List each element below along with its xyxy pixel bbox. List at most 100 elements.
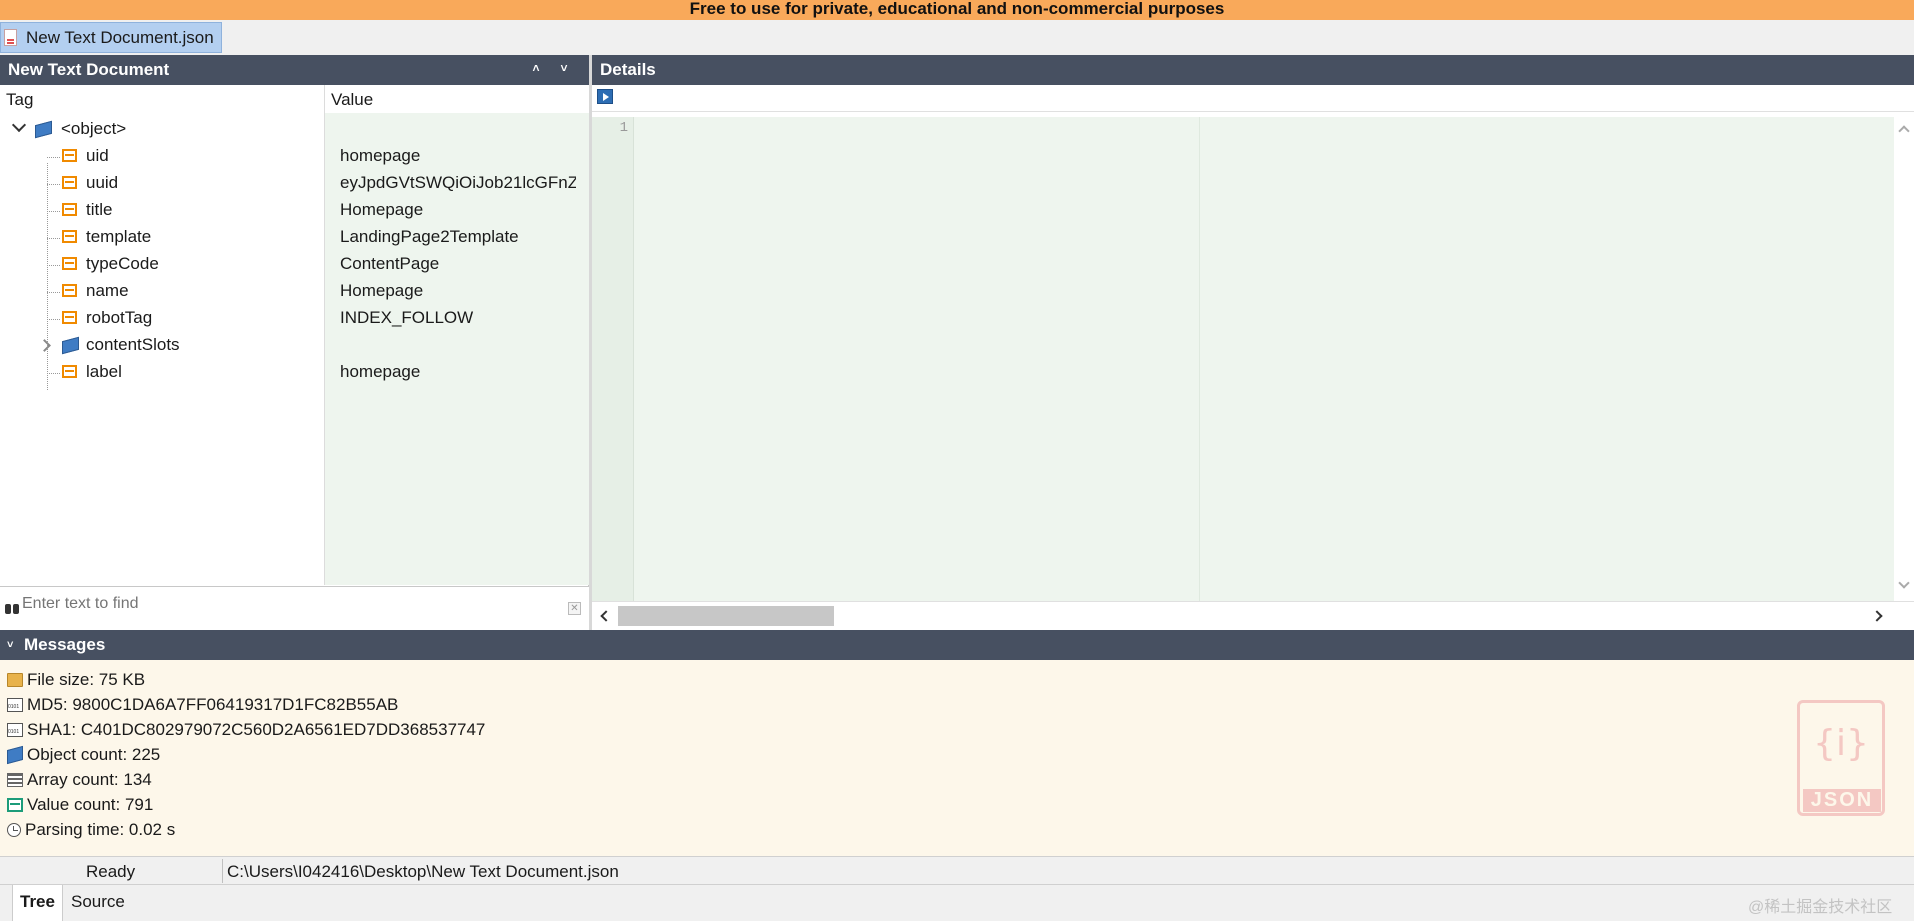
details-panel-header: Details <box>592 55 1914 85</box>
expand-all-icon[interactable]: ˅ <box>554 55 574 85</box>
tree-row[interactable]: template LandingPage2Template <box>0 224 589 251</box>
tree-row-value: Homepage <box>340 200 424 219</box>
status-state: Ready <box>86 862 136 881</box>
md5-hash-icon <box>7 698 23 712</box>
tree-row-value: homepage <box>340 146 421 165</box>
scroll-right-icon[interactable] <box>1871 610 1883 622</box>
find-bar: ✕ <box>0 586 589 630</box>
tree-row[interactable]: typeCode ContentPage <box>0 251 589 278</box>
line-number-gutter: 1 <box>592 117 634 601</box>
json-file-icon <box>4 29 17 46</box>
print-margin-line <box>1199 117 1200 601</box>
status-separator <box>222 859 223 883</box>
vertical-scrollbar[interactable] <box>1894 117 1914 601</box>
message-text: Object count: 225 <box>27 745 161 764</box>
value-icon <box>62 230 77 243</box>
tree-row[interactable]: uuid eyJpdGVtSWQiOiJob21lcGFnZ... <box>0 170 589 197</box>
document-tab[interactable]: New Text Document.json <box>0 22 222 53</box>
tree-row-value: INDEX_FOLLOW <box>340 308 474 327</box>
details-toolbar <box>592 85 1914 112</box>
column-header-value[interactable]: Value <box>331 90 373 110</box>
status-bar: Ready C:\Users\I042416\Desktop\New Text … <box>0 856 1914 884</box>
horizontal-scrollbar[interactable] <box>592 601 1914 630</box>
message-item: Array count: 134 <box>7 768 152 792</box>
details-editor[interactable]: 1 <box>592 117 1894 601</box>
object-icon <box>62 336 79 355</box>
message-item: File size: 75 KB <box>7 668 145 692</box>
tree-row-tag: label <box>86 362 122 381</box>
message-text: Value count: 791 <box>27 795 154 814</box>
details-panel-title: Details <box>600 60 656 79</box>
tree-row-tag: uid <box>86 146 109 165</box>
messages-header: ˅ Messages <box>0 630 1914 660</box>
binoculars-icon <box>5 601 19 614</box>
folder-icon <box>7 673 23 687</box>
collapse-all-icon[interactable]: ˄ <box>526 55 546 85</box>
message-text: SHA1: C401DC802979072C560D2A6561ED7DD368… <box>27 720 486 739</box>
message-item: MD5: 9800C1DA6A7FF06419317D1FC82B55AB <box>7 693 398 717</box>
value-icon <box>62 149 77 162</box>
tab-tree[interactable]: Tree <box>12 885 63 921</box>
scroll-up-icon[interactable] <box>1898 125 1910 137</box>
tree-row-tag: name <box>86 281 129 300</box>
license-banner: Free to use for private, educational and… <box>0 0 1914 20</box>
message-item: Object count: 225 <box>7 743 160 767</box>
tree-row-tag: title <box>86 200 113 219</box>
chevron-right-icon[interactable] <box>38 339 51 352</box>
tree-row-tag: typeCode <box>86 254 159 273</box>
json-logo-braces: {i} <box>1813 723 1869 764</box>
tree-row[interactable]: title Homepage <box>0 197 589 224</box>
status-file-path: C:\Users\I042416\Desktop\New Text Docume… <box>227 862 619 881</box>
scroll-down-icon[interactable] <box>1898 577 1910 589</box>
tree-panel: New Text Document ˄ ˅ Tag Value <object>… <box>0 55 589 630</box>
object-icon <box>35 120 52 139</box>
tree-panel-header: New Text Document ˄ ˅ <box>0 55 589 85</box>
scroll-left-icon[interactable] <box>600 610 612 622</box>
tree-root-row[interactable]: <object> <box>0 116 589 143</box>
tree-row-value: LandingPage2Template <box>340 227 519 246</box>
column-header-tag[interactable]: Tag <box>6 90 33 110</box>
tree-row-value: eyJpdGVtSWQiOiJob21lcGFnZ... <box>340 173 576 192</box>
value-icon <box>62 311 77 324</box>
tree-row[interactable]: name Homepage <box>0 278 589 305</box>
tree-row-tag: contentSlots <box>86 335 180 354</box>
tree-row[interactable]: uid homepage <box>0 143 589 170</box>
message-text: Parsing time: 0.02 s <box>25 820 176 839</box>
value-icon <box>7 798 23 812</box>
message-text: MD5: 9800C1DA6A7FF06419317D1FC82B55AB <box>27 695 399 714</box>
tree-row[interactable]: robotTag INDEX_FOLLOW <box>0 305 589 332</box>
collapse-messages-icon[interactable]: ˅ <box>7 630 13 660</box>
tree-row-tag: robotTag <box>86 308 153 327</box>
tree-row[interactable]: contentSlots <box>0 332 589 359</box>
message-text: Array count: 134 <box>27 770 152 789</box>
message-item: Value count: 791 <box>7 793 153 817</box>
message-item: SHA1: C401DC802979072C560D2A6561ED7DD368… <box>7 718 485 742</box>
message-text: File size: 75 KB <box>27 670 146 689</box>
json-logo-watermark: {i} JSON <box>1797 700 1885 816</box>
line-number: 1 <box>619 120 628 136</box>
tree-row-value: Homepage <box>340 281 424 300</box>
tab-source[interactable]: Source <box>64 885 132 921</box>
chevron-down-icon[interactable] <box>11 117 27 133</box>
clear-search-icon[interactable]: ✕ <box>568 602 581 615</box>
json-logo-label: JSON <box>1803 789 1881 812</box>
tree-row-value: ContentPage <box>340 254 440 273</box>
tree-root-tag: <object> <box>61 119 127 138</box>
tree-row-value: homepage <box>340 362 421 381</box>
tree-row-tag: uuid <box>86 173 119 192</box>
document-tab-label: New Text Document.json <box>26 27 214 47</box>
tree-column-headers: Tag Value <box>0 85 589 113</box>
site-watermark: @稀土掘金技术社区 <box>1748 899 1893 916</box>
find-input[interactable] <box>22 593 552 615</box>
value-icon <box>62 203 77 216</box>
view-tab-strip: Tree Source @稀土掘金技术社区 <box>0 884 1914 921</box>
horizontal-scroll-thumb[interactable] <box>618 606 834 626</box>
tree-row-tag: template <box>86 227 152 246</box>
tree-row[interactable]: label homepage <box>0 359 589 386</box>
value-icon <box>62 284 77 297</box>
clock-icon <box>7 823 21 837</box>
tree-panel-title: New Text Document <box>8 60 170 79</box>
play-icon[interactable] <box>597 89 613 104</box>
value-icon <box>62 176 77 189</box>
value-icon <box>62 365 77 378</box>
